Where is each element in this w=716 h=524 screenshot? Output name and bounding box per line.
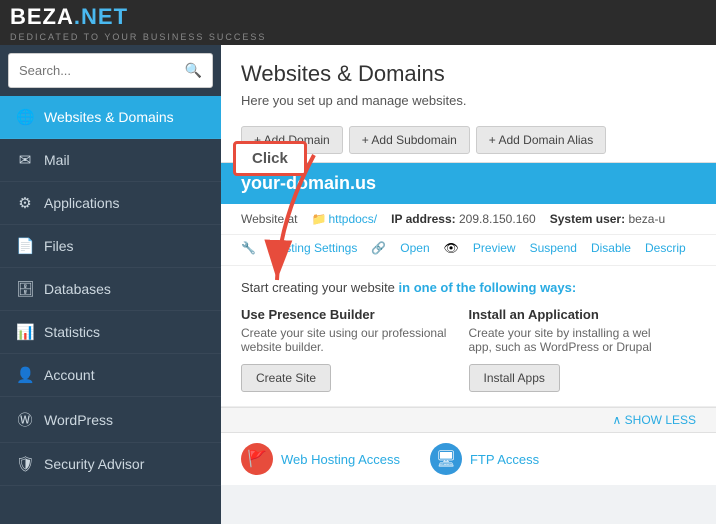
sidebar: 🔍 🌐 Websites & Domains ✉ Mail ⚙ Applicat…: [0, 45, 221, 524]
databases-icon: 🗄: [16, 280, 34, 298]
search-icon: 🔍: [185, 62, 202, 79]
domain-name: your-domain.us: [241, 173, 376, 193]
install-app-title: Install an Application: [469, 307, 677, 322]
open-link[interactable]: Open: [400, 241, 429, 255]
show-less-bar[interactable]: ∧ SHOW LESS: [221, 407, 716, 433]
sidebar-item-files[interactable]: 📄 Files: [0, 225, 221, 268]
ftp-access-link[interactable]: 🖥 FTP Access: [430, 443, 539, 475]
sidebar-item-databases[interactable]: 🗄 Databases: [0, 268, 221, 311]
web-hosting-link[interactable]: 🚩 Web Hosting Access: [241, 443, 400, 475]
install-app-col: Install an Application Create your site …: [469, 307, 697, 392]
disable-link[interactable]: Disable: [591, 241, 631, 255]
httpdocs-link[interactable]: 📁httpdocs/: [311, 212, 377, 226]
folder-icon: 📁: [311, 212, 326, 226]
statistics-icon: 📊: [16, 323, 34, 341]
logo: BEZA.NET: [10, 4, 266, 30]
sidebar-item-mail[interactable]: ✉ Mail: [0, 139, 221, 182]
sidebar-item-label: Applications: [44, 195, 120, 211]
preview-icon: 👁: [444, 241, 459, 255]
hosting-icon: 🚩: [241, 443, 273, 475]
security-advisor-icon: 🛡: [16, 455, 34, 473]
main-layout: 🔍 🌐 Websites & Domains ✉ Mail ⚙ Applicat…: [0, 45, 716, 524]
logo-dot: .: [74, 4, 81, 29]
logo-tagline: DEDICATED TO YOUR BUSINESS SUCCESS: [10, 32, 266, 42]
account-icon: 👤: [16, 366, 34, 384]
wordpress-icon: Ⓦ: [16, 409, 34, 430]
domain-info: Website at 📁httpdocs/ IP address: 209.8.…: [221, 204, 716, 235]
sidebar-item-label: Statistics: [44, 324, 100, 340]
page-title: Websites & Domains: [241, 61, 696, 87]
domain-links: 🔧 Hosting Settings 🔗 Open 👁 Preview Suspend…: [221, 235, 716, 266]
preview-link[interactable]: Preview: [473, 241, 516, 255]
create-section: Start creating your website in one of th…: [221, 266, 716, 407]
files-icon: 📄: [16, 237, 34, 255]
hosting-settings-link[interactable]: Hosting Settings: [270, 241, 357, 255]
sidebar-item-label: Mail: [44, 152, 70, 168]
action-bar: + Add Domain + Add Subdomain + Add Domai…: [241, 118, 696, 162]
add-domain-alias-button[interactable]: + Add Domain Alias: [476, 126, 606, 154]
click-button[interactable]: Click: [233, 141, 307, 176]
system-user-label: System user: beza-u: [550, 212, 665, 226]
mail-icon: ✉: [16, 151, 34, 169]
search-input[interactable]: [19, 63, 185, 78]
sidebar-item-label: Account: [44, 367, 95, 383]
sidebar-item-label: Databases: [44, 281, 111, 297]
ftp-access-label: FTP Access: [470, 452, 539, 467]
sidebar-item-account[interactable]: 👤 Account: [0, 354, 221, 397]
presence-builder-col: Use Presence Builder Create your site us…: [241, 307, 469, 392]
sidebar-item-security-advisor[interactable]: 🛡 Security Advisor: [0, 443, 221, 486]
applications-icon: ⚙: [16, 194, 34, 212]
install-app-desc: Create your site by installing a wel app…: [469, 326, 677, 354]
add-subdomain-button[interactable]: + Add Subdomain: [349, 126, 470, 154]
sidebar-item-wordpress[interactable]: Ⓦ WordPress: [0, 397, 221, 443]
ip-label: IP address: 209.8.150.160: [391, 212, 536, 226]
sidebar-item-applications[interactable]: ⚙ Applications: [0, 182, 221, 225]
logo-beza: BEZA: [10, 4, 74, 29]
page-description: Here you set up and manage websites.: [241, 93, 696, 108]
install-apps-button[interactable]: Install Apps: [469, 364, 560, 392]
websites-domains-icon: 🌐: [16, 108, 34, 126]
open-icon: 🔗: [371, 241, 386, 255]
hosting-settings-icon: 🔧: [241, 241, 256, 255]
descrip-link[interactable]: Descrip: [645, 241, 686, 255]
sidebar-item-websites-domains[interactable]: 🌐 Websites & Domains: [0, 96, 221, 139]
create-columns: Use Presence Builder Create your site us…: [241, 307, 696, 392]
sidebar-item-label: Security Advisor: [44, 456, 144, 472]
website-at-label: Website at: [241, 212, 297, 226]
search-container[interactable]: 🔍: [8, 53, 213, 88]
top-bar: BEZA.NET DEDICATED TO YOUR BUSINESS SUCC…: [0, 0, 716, 45]
click-overlay: Click: [233, 141, 307, 176]
ftp-icon: 🖥: [430, 443, 462, 475]
web-hosting-label: Web Hosting Access: [281, 452, 400, 467]
sidebar-item-label: Files: [44, 238, 74, 254]
create-site-button[interactable]: Create Site: [241, 364, 331, 392]
content-area: Websites & Domains Here you set up and m…: [221, 45, 716, 524]
sidebar-item-label: WordPress: [44, 412, 113, 428]
sidebar-item-label: Websites & Domains: [44, 109, 174, 125]
logo-net: NET: [81, 4, 128, 29]
suspend-link[interactable]: Suspend: [530, 241, 577, 255]
create-intro: Start creating your website in one of th…: [241, 280, 696, 295]
bottom-links: 🚩 Web Hosting Access 🖥 FTP Access: [221, 433, 716, 485]
sidebar-item-statistics[interactable]: 📊 Statistics: [0, 311, 221, 354]
presence-builder-desc: Create your site using our professional …: [241, 326, 449, 354]
presence-builder-title: Use Presence Builder: [241, 307, 449, 322]
